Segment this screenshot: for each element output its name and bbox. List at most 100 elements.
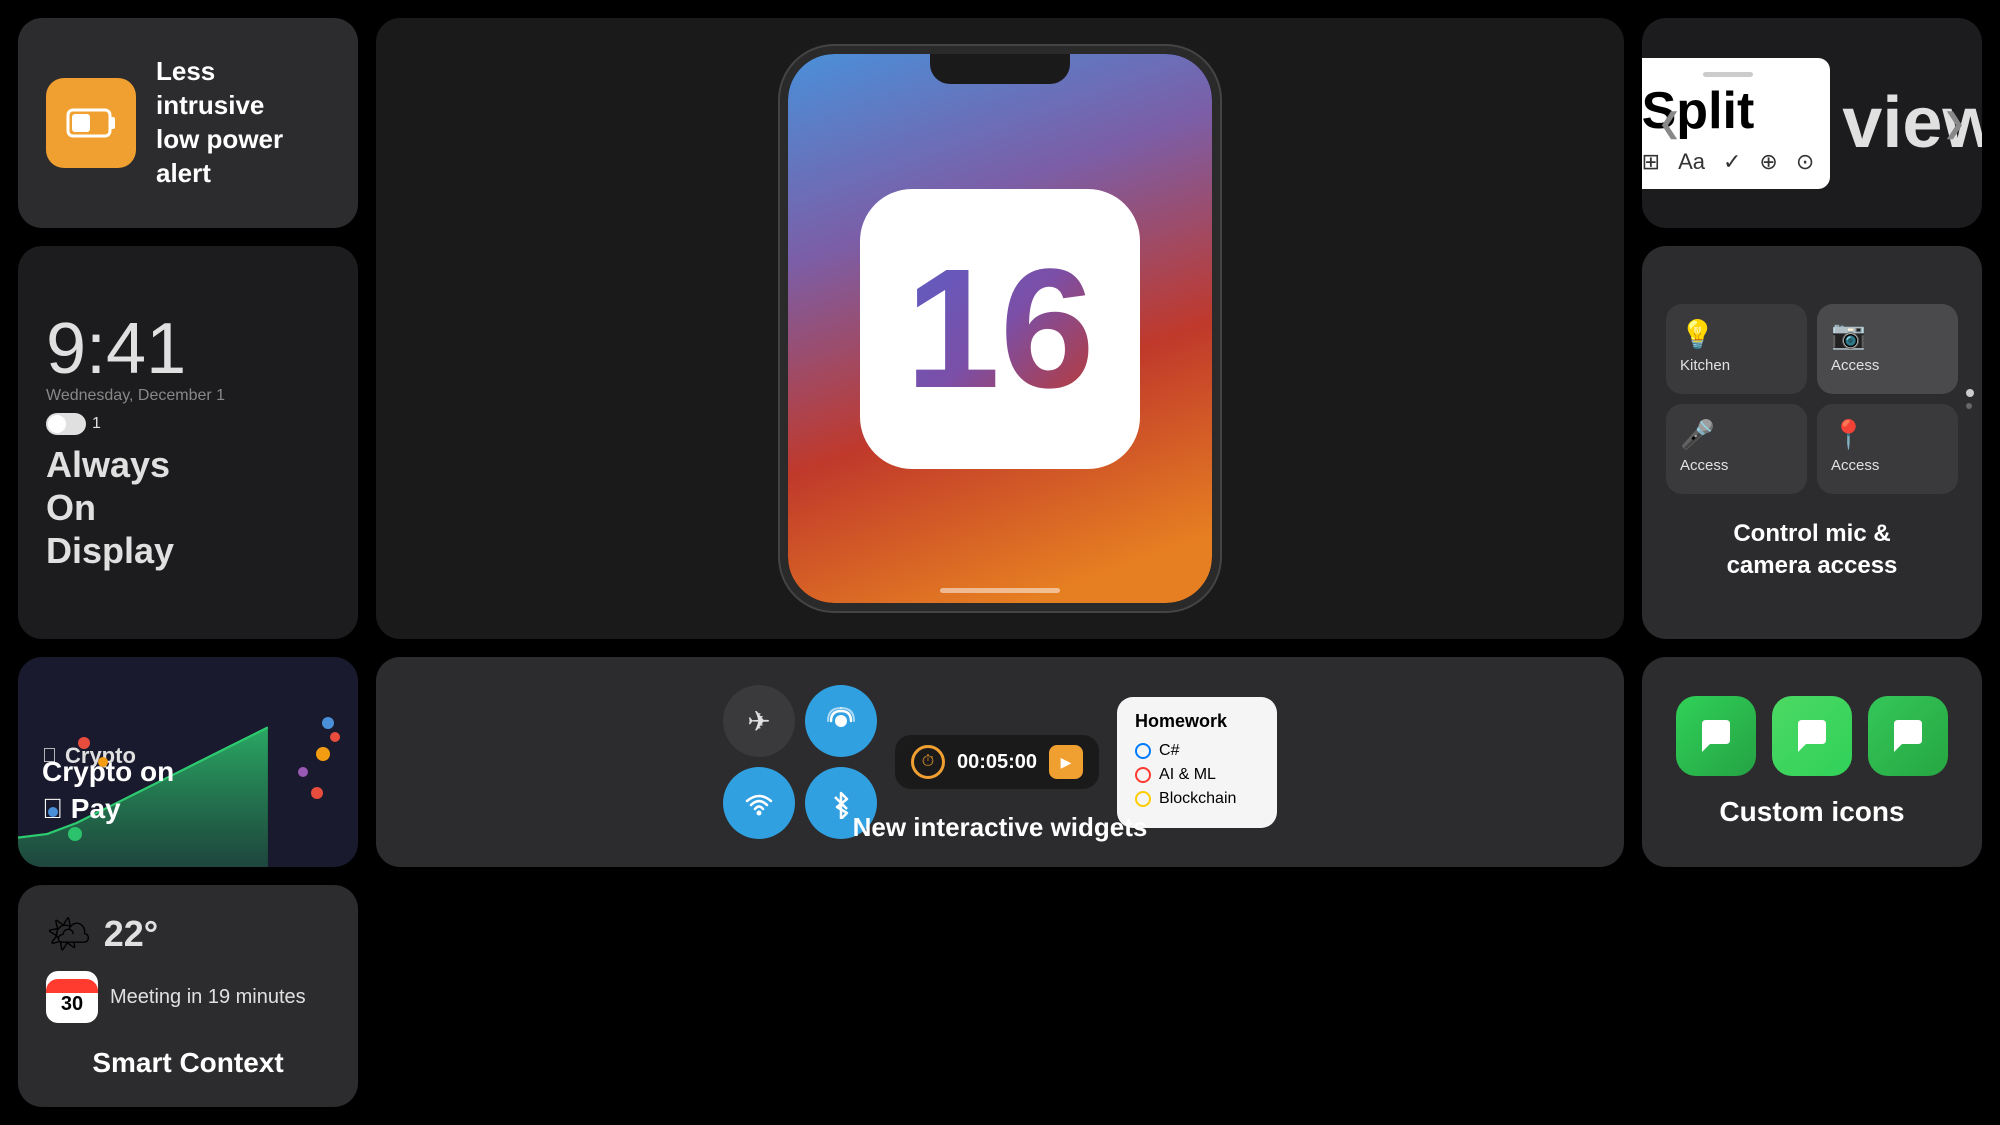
phone-vol-up — [780, 194, 783, 238]
aod-toggle-row: 1 — [46, 413, 101, 435]
timer-widget[interactable]: ⏱ 00:05:00 ▶ — [895, 735, 1099, 789]
podcast-icon — [825, 705, 857, 737]
check-icon[interactable]: ✓ — [1723, 149, 1741, 175]
calendar-row: 30 Meeting in 19 minutes — [46, 971, 330, 1023]
split-toolbar-icons: ⊞ Aa ✓ ⊕ ⊙ — [1642, 149, 1814, 175]
access-camera-label: Access — [1831, 357, 1879, 374]
left-arrow-button[interactable]: ❮ — [1658, 107, 1681, 140]
phone-vol-down — [780, 250, 783, 294]
phone-side-button — [1217, 214, 1220, 274]
camera-description: Control mic & camera access — [1666, 518, 1958, 580]
aod-toggle[interactable] — [46, 413, 86, 435]
ios16-logo-bg: 16 — [860, 189, 1140, 469]
message-bubble-icon-3 — [1886, 714, 1930, 758]
smart-context-card: 🌤 22° 30 Meeting in 19 minutes Smart Con… — [18, 885, 358, 1107]
crypto-title: Crypto on  Pay — [42, 754, 174, 827]
crypto-dot-5 — [311, 787, 323, 799]
kitchen-cell[interactable]: 💡 Kitchen — [1666, 304, 1807, 394]
weather-row: 🌤 22° — [46, 913, 330, 955]
messages-icon-3[interactable] — [1868, 696, 1948, 776]
split-view-card: ❮ Split ⊞ Aa ✓ ⊕ ⊙ view ❯ — [1642, 18, 1982, 228]
access-camera-cell[interactable]: 📷 Access — [1817, 304, 1958, 394]
homework-widget[interactable]: Homework C# AI & ML Blockchain — [1117, 697, 1277, 828]
kitchen-label: Kitchen — [1680, 357, 1730, 374]
smart-context-label: Smart Context — [46, 1047, 330, 1079]
aod-card: 9:41 Wednesday, December 1 1 Always On D… — [18, 246, 358, 639]
wifi-button[interactable] — [723, 767, 795, 839]
aod-title: Always On Display — [46, 443, 174, 573]
camera-icon: 📷 — [1831, 318, 1866, 351]
crypto-card:  Crypto Crypto on  Pay — [18, 657, 358, 867]
phone-screen: 16 — [788, 54, 1212, 603]
battery-icon-wrap — [46, 78, 136, 168]
access-grid: 💡 Kitchen 📷 Access 🎤 Access 📍 Access — [1666, 304, 1958, 494]
calendar-day: 30 — [61, 993, 83, 1016]
aod-time: 9:41 — [46, 313, 186, 385]
custom-icons-card: Custom icons — [1642, 657, 1982, 867]
dot-1 — [1966, 389, 1974, 397]
slider-dots — [1966, 389, 1974, 409]
location-slash-icon: 📍 — [1831, 418, 1866, 451]
hw-dot-1 — [1135, 743, 1151, 759]
mic-icon: 🎤 — [1680, 418, 1715, 451]
aod-toggle-label: 1 — [92, 415, 101, 433]
widgets-card: ✈ — [376, 657, 1624, 867]
phone-notch — [930, 54, 1070, 84]
phone-home-indicator — [940, 588, 1060, 593]
homework-item-2: AI & ML — [1135, 766, 1259, 784]
crypto-dot-2 — [330, 732, 340, 742]
battery-icon — [64, 96, 118, 150]
kitchen-icon: 💡 — [1680, 318, 1715, 351]
access-location-cell[interactable]: 📍 Access — [1817, 404, 1958, 494]
calendar-icon: 30 — [46, 971, 98, 1023]
crypto-dot-3 — [316, 747, 330, 761]
hw-dot-3 — [1135, 791, 1151, 807]
homework-item-1: C# — [1135, 742, 1259, 760]
dot-2 — [1966, 403, 1972, 409]
right-arrow-button[interactable]: ❯ — [1943, 107, 1966, 140]
phone-display-card: 16 — [376, 18, 1624, 639]
wifi-icon — [743, 787, 775, 819]
message-bubble-icon-2 — [1790, 714, 1834, 758]
ios16-number: 16 — [905, 244, 1094, 414]
airplane-mode-button[interactable]: ✈ — [723, 685, 795, 757]
widgets-section-label: New interactive widgets — [853, 812, 1148, 843]
format-icon[interactable]: Aa — [1678, 149, 1705, 175]
aod-date: Wednesday, December 1 — [46, 387, 225, 405]
message-bubble-icon-1 — [1694, 714, 1738, 758]
low-power-card: Less intrusive low power alert — [18, 18, 358, 228]
plus-icon[interactable]: ⊕ — [1759, 149, 1777, 175]
weather-icon: 🌤 — [46, 913, 92, 955]
split-top-bar — [1642, 72, 1814, 77]
messages-icon-1[interactable] — [1676, 696, 1756, 776]
timer-icon: ⏱ — [911, 745, 945, 779]
apple-pay-icon:  — [42, 793, 63, 824]
hw-item-2-label: AI & ML — [1159, 766, 1216, 784]
custom-icons-label: Custom icons — [1719, 796, 1904, 828]
camera-access-card: 💡 Kitchen 📷 Access 🎤 Access 📍 Access Con… — [1642, 246, 1982, 639]
aod-toggle-knob — [48, 415, 66, 433]
message-icons-row — [1676, 696, 1948, 776]
low-power-line1: Less intrusive — [156, 55, 330, 123]
low-power-line2: low power alert — [156, 123, 330, 191]
crypto-dot-4 — [298, 767, 308, 777]
homework-item-3: Blockchain — [1135, 790, 1259, 808]
messages-icon-2[interactable] — [1772, 696, 1852, 776]
calendar-header — [46, 979, 98, 993]
hw-dot-2 — [1135, 767, 1151, 783]
share-icon[interactable]: ⊙ — [1796, 149, 1814, 175]
low-power-text: Less intrusive low power alert — [156, 55, 330, 190]
phone-frame: 16 — [780, 46, 1220, 611]
split-pill — [1703, 72, 1753, 77]
access-mic-cell[interactable]: 🎤 Access — [1666, 404, 1807, 494]
hw-item-1-label: C# — [1159, 742, 1179, 760]
meeting-text: Meeting in 19 minutes — [110, 986, 306, 1009]
access-location-label: Access — [1831, 457, 1879, 474]
timer-display: 00:05:00 — [957, 751, 1037, 774]
table-icon[interactable]: ⊞ — [1642, 149, 1660, 175]
access-mic-label: Access — [1680, 457, 1728, 474]
timer-play-button[interactable]: ▶ — [1049, 745, 1083, 779]
crypto-dot-1 — [322, 717, 334, 729]
homework-title: Homework — [1135, 711, 1259, 732]
podcast-button[interactable] — [805, 685, 877, 757]
